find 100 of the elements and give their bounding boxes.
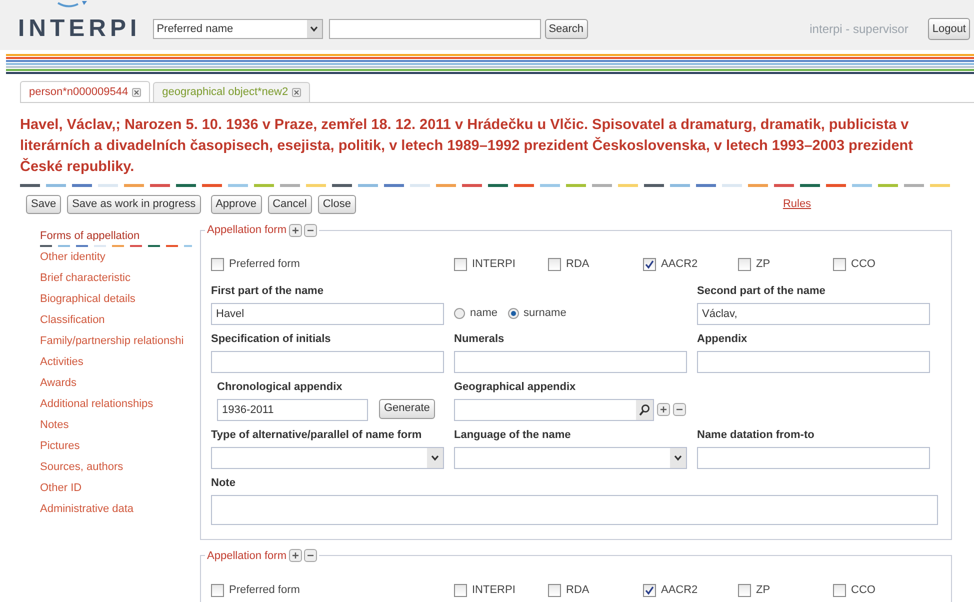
sidebar-item[interactable]: Family/partnership relationshi xyxy=(40,333,192,350)
checkbox-label: Preferred form xyxy=(229,582,300,598)
field-label: Geographical appendix xyxy=(454,380,577,394)
field-label: Type of alternative/parallel of name form xyxy=(211,428,423,442)
checkbox[interactable] xyxy=(833,258,846,271)
search-field[interactable] xyxy=(328,19,541,39)
field-label: First part of the name xyxy=(211,284,324,298)
record-heading: Havel, Václav,; Narozen 5. 10. 1936 v Praze, zemřel 18. 12. 2011 v Hrádečku u Vlčic. Spisovatel a dramaturg, dramatik, publicista v literárních a divadelních časopisech, esejista, politik, v letech 1989–1992 prezident Československa, v letech 1993–2003 prezident České republiky. xyxy=(20,116,914,177)
dropdown[interactable] xyxy=(454,446,687,468)
radio-label: name xyxy=(470,306,498,322)
checkbox-label: Preferred form xyxy=(229,257,300,272)
checkbox-label: AACR2 xyxy=(661,582,698,598)
checkmark-icon xyxy=(645,260,654,269)
logo-swoosh-icon xyxy=(56,1,88,9)
checkbox-label: AACR2 xyxy=(661,257,698,272)
checkbox[interactable] xyxy=(548,258,561,271)
search-button[interactable]: Search xyxy=(544,19,588,39)
sidebar-item[interactable]: Sources, authors xyxy=(40,459,192,476)
checkbox-label: RDA xyxy=(566,582,590,598)
sidebar-item[interactable]: Pictures xyxy=(40,438,192,454)
chevron-down-icon xyxy=(431,454,439,460)
user-label: interpi - supervisor xyxy=(810,21,908,38)
radio-button[interactable] xyxy=(508,308,519,319)
field-label: Chronological appendix xyxy=(217,380,344,394)
checkbox[interactable] xyxy=(833,584,846,596)
sidebar-item[interactable]: Classification xyxy=(40,312,192,328)
tab[interactable]: person*n000009544 xyxy=(20,81,150,102)
checkbox[interactable] xyxy=(643,584,656,596)
sidebar-item[interactable]: Administrative data xyxy=(40,501,192,518)
tab[interactable]: geographical object*new2 xyxy=(153,82,310,102)
text-field[interactable]: Havel xyxy=(211,302,444,324)
field-label: Second part of the name xyxy=(697,284,826,298)
checkbox[interactable] xyxy=(738,258,751,271)
checkbox[interactable] xyxy=(454,584,467,596)
checkbox[interactable] xyxy=(454,258,467,271)
text-field[interactable] xyxy=(211,350,444,372)
sidebar-item[interactable]: Biographical details xyxy=(40,291,192,308)
field-label: Specification of initials xyxy=(211,332,332,346)
chevron-down-icon xyxy=(674,454,682,460)
sidebar-item[interactable]: Notes xyxy=(40,417,192,434)
sidebar-item[interactable]: Other ID xyxy=(40,480,192,496)
add-button[interactable] xyxy=(288,224,302,237)
sidebar-item[interactable]: Additional relationships xyxy=(40,396,192,412)
toolbar-button[interactable]: Approve xyxy=(210,194,262,214)
plus-icon xyxy=(292,552,298,560)
radio-label: surname xyxy=(524,306,566,322)
text-field[interactable]: Václav, xyxy=(697,302,930,324)
field-label: Language of the name xyxy=(454,428,572,442)
radio-button[interactable] xyxy=(454,308,465,319)
logout-button[interactable]: Logout xyxy=(928,18,970,40)
lookup-field[interactable] xyxy=(454,398,654,420)
checkmark-icon xyxy=(645,586,654,594)
checkbox[interactable] xyxy=(548,584,561,596)
sidebar-item[interactable]: Awards xyxy=(40,375,192,392)
rules-link[interactable]: Rules xyxy=(782,196,812,212)
checkbox-label: RDA xyxy=(566,257,590,272)
checkbox[interactable] xyxy=(643,258,656,271)
text-field[interactable] xyxy=(454,350,687,372)
sidebar-item[interactable]: Brief characteristic xyxy=(40,270,192,286)
text-field[interactable] xyxy=(697,350,930,372)
field-label: Name datation from-to xyxy=(697,428,816,442)
generate-button[interactable]: Generate xyxy=(379,398,435,418)
checkbox-label: CCO xyxy=(851,257,876,272)
remove-button[interactable] xyxy=(304,549,316,562)
text-field[interactable] xyxy=(697,446,930,468)
minus-icon xyxy=(676,406,683,413)
note-field[interactable] xyxy=(211,494,938,524)
add-button[interactable] xyxy=(657,403,670,416)
checkbox-label: INTERPI xyxy=(472,582,516,598)
close-icon[interactable] xyxy=(292,88,302,97)
field-label: Note xyxy=(211,476,236,490)
plus-icon xyxy=(660,406,667,413)
checkbox-label: CCO xyxy=(851,582,876,598)
toolbar-button[interactable]: Close xyxy=(318,194,356,214)
form-title: Appellation form xyxy=(207,223,286,238)
sidebar-item[interactable]: Other identity xyxy=(40,249,192,266)
field-label: Numerals xyxy=(454,332,506,346)
logo: INTERPI xyxy=(18,15,141,42)
checkbox-label: INTERPI xyxy=(472,257,516,272)
checkbox[interactable] xyxy=(211,258,224,271)
remove-button[interactable] xyxy=(304,224,316,237)
checkbox[interactable] xyxy=(211,584,224,596)
checkbox-label: ZP xyxy=(756,582,770,598)
dropdown[interactable] xyxy=(211,446,444,468)
checkbox[interactable] xyxy=(738,584,751,596)
text-field[interactable]: 1936-2011 xyxy=(217,398,368,420)
toolbar-button[interactable]: Cancel xyxy=(268,194,312,214)
checkbox-label: ZP xyxy=(756,257,770,272)
search-type-dropdown[interactable]: Preferred name xyxy=(152,19,323,39)
sidebar-item[interactable]: Activities xyxy=(40,354,192,370)
toolbar-button[interactable]: Save xyxy=(26,194,62,214)
remove-button[interactable] xyxy=(673,403,686,416)
add-button[interactable] xyxy=(288,549,302,562)
plus-icon xyxy=(292,226,298,234)
close-icon[interactable] xyxy=(132,88,142,96)
search-icon xyxy=(639,404,650,416)
toolbar-button[interactable]: Save as work in progress xyxy=(67,194,201,214)
field-label: Appendix xyxy=(697,332,748,346)
chevron-down-icon xyxy=(310,26,318,32)
form-title: Appellation form xyxy=(207,548,286,564)
